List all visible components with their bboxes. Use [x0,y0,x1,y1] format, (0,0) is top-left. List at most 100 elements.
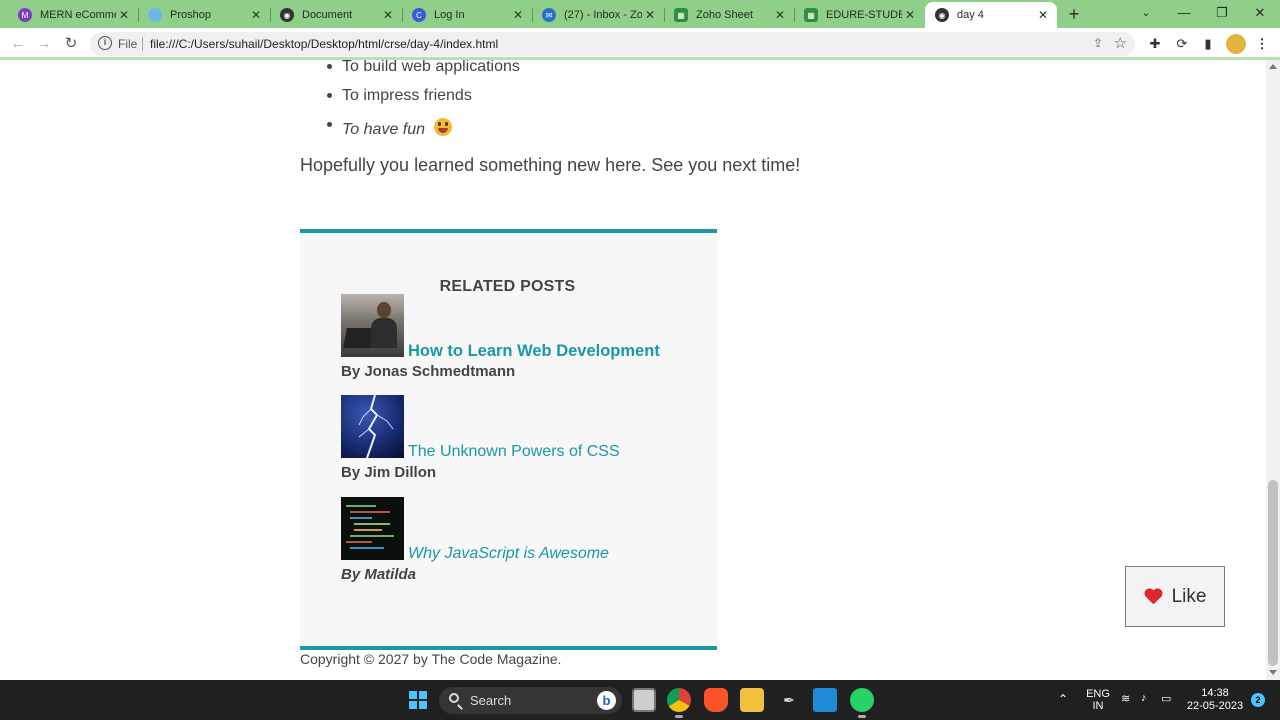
related-posts-box: RELATED POSTS How to Learn Web Developme… [300,229,717,650]
scroll-down-arrow-icon[interactable] [1269,670,1277,675]
reasons-list: To build web applications To impress fri… [327,60,520,145]
search-label: Search [470,693,512,708]
closing-paragraph: Hopefully you learned something new here… [300,155,801,175]
list-item: To impress friends [327,87,520,116]
search-icon [449,693,459,703]
language-indicator[interactable]: ENG IN [1084,688,1112,712]
clock-date: 22-05-2023 [1186,700,1244,712]
tab-title: day 4 [957,9,984,21]
close-icon[interactable]: ✕ [248,8,264,22]
code-screen-photo [341,497,404,560]
notification-badge[interactable]: 2 [1251,693,1265,707]
profile-avatar[interactable] [1226,34,1246,54]
post-author: By Jonas Schmedtmann [341,363,516,380]
globe-icon: ◉ [280,8,294,22]
chrome-icon[interactable] [667,688,691,718]
close-icon[interactable]: ✕ [642,8,658,22]
sheet-icon: ▦ [674,8,688,22]
related-post-link[interactable]: The Unknown Powers of CSS [408,443,620,461]
taskbar-search-box[interactable]: Search b [439,687,622,714]
menu-icon[interactable]: ⋮ [1253,35,1271,53]
list-item-text: To have fun [342,121,426,138]
close-icon[interactable]: ✕ [116,8,132,22]
browser-toolbar: ← → ↻ i File file:///C:/Users/suhail/Des… [0,28,1280,60]
fun-face-emoji-icon [434,118,453,136]
lightning-photo [341,395,404,458]
tab-zoho-sheet[interactable]: ▦ Zoho Sheet ✕ [664,2,794,28]
post-author: By Matilda [341,566,417,583]
os-taskbar: Search b ✒ ⌃ ENG IN ≋ ♪ ▭ 14:38 22-05-20… [0,680,1280,720]
sheet-icon: ▦ [804,8,818,22]
info-icon[interactable]: i [98,36,112,50]
close-icon[interactable]: ✕ [902,8,918,22]
wifi-icon[interactable]: ≋ [1121,692,1130,705]
address-bar[interactable]: i File file:///C:/Users/suhail/Desktop/D… [90,32,1135,56]
tab-title: Proshop [170,9,211,21]
scroll-up-arrow-icon[interactable] [1269,64,1277,69]
back-button[interactable]: ← [7,34,29,54]
tab-edure-student[interactable]: ▦ EDURE-STUDENT ✕ [794,2,924,28]
share-icon[interactable]: ⇪ [1093,36,1103,50]
pen-tool-icon[interactable]: ✒ [777,688,801,712]
close-icon[interactable]: ✕ [510,8,526,22]
clock[interactable]: 14:38 22-05-2023 [1186,687,1244,713]
battery-icon[interactable]: ▭ [1161,692,1171,705]
bing-icon[interactable]: b [597,691,616,710]
like-button[interactable]: Like [1125,566,1225,627]
tab-title: (27) - Inbox - Zoho [564,9,642,21]
extensions-icon[interactable]: ✚ [1146,35,1164,53]
volume-icon[interactable]: ♪ [1141,692,1147,704]
tab-title: Document [302,9,353,21]
close-icon[interactable]: ✕ [380,8,396,22]
address-divider [142,37,143,51]
tab-strip: M MERN eCommerce ✕ Proshop ✕ ◉ Document … [0,0,1280,28]
tab-zoho-inbox[interactable]: ✉ (27) - Inbox - Zoho ✕ [532,2,664,28]
language-code: ENG [1086,688,1110,700]
tab-search-icon[interactable]: ⌄ [1128,0,1164,28]
tab-title: Log In [434,9,465,21]
new-tab-button[interactable]: + [1064,4,1084,24]
laptop-coding-photo [341,294,404,357]
show-hidden-icons-icon[interactable]: ⌃ [1058,692,1068,706]
task-view-icon[interactable] [632,688,656,712]
related-post-link[interactable]: How to Learn Web Development [408,342,660,361]
close-icon[interactable]: ✕ [772,8,788,22]
tab-title: EDURE-STUDENT [826,9,902,21]
file-explorer-icon[interactable] [740,688,764,712]
region-code: IN [1092,700,1104,712]
proshop-icon [148,8,162,22]
page-scrollbar[interactable] [1266,60,1280,680]
login-icon: C [412,8,426,22]
close-window-button[interactable]: ✕ [1242,0,1278,28]
restore-button[interactable]: ❐ [1204,0,1240,28]
list-item: To build web applications [327,60,520,87]
mail-icon: ✉ [542,8,556,22]
address-scheme: File [118,37,138,51]
minimize-button[interactable]: — [1166,0,1202,28]
vscode-icon[interactable] [813,688,837,712]
tab-mern-ecommerce[interactable]: M MERN eCommerce ✕ [8,2,138,28]
brave-icon[interactable] [704,688,728,712]
mern-icon: M [18,8,32,22]
bookmark-star-icon[interactable]: ☆ [1114,34,1127,52]
extension-icon[interactable]: ⟳ [1173,35,1191,53]
tab-proshop[interactable]: Proshop ✕ [138,2,270,28]
address-url[interactable]: file:///C:/Users/suhail/Desktop/Desktop/… [150,37,498,51]
forward-button[interactable]: → [33,34,55,54]
whatsapp-icon[interactable] [850,688,874,718]
clock-time: 14:38 [1201,687,1229,699]
related-post-link[interactable]: Why JavaScript is Awesome [408,545,609,563]
tab-title: MERN eCommerce [40,9,116,21]
tab-title: Zoho Sheet [696,9,753,21]
reload-button[interactable]: ↻ [60,34,82,54]
side-panel-icon[interactable]: ▮ [1199,35,1217,53]
tab-log-in[interactable]: C Log In ✕ [402,2,532,28]
heart-icon [1144,588,1162,606]
tab-day-4[interactable]: ◉ day 4 ✕ [925,2,1057,28]
tab-document[interactable]: ◉ Document ✕ [270,2,402,28]
windows-start-icon[interactable] [409,691,427,709]
close-icon[interactable]: ✕ [1035,8,1051,22]
globe-icon: ◉ [935,8,949,22]
scrollbar-thumb[interactable] [1268,480,1278,666]
page-viewport: To build web applications To impress fri… [0,60,1266,680]
